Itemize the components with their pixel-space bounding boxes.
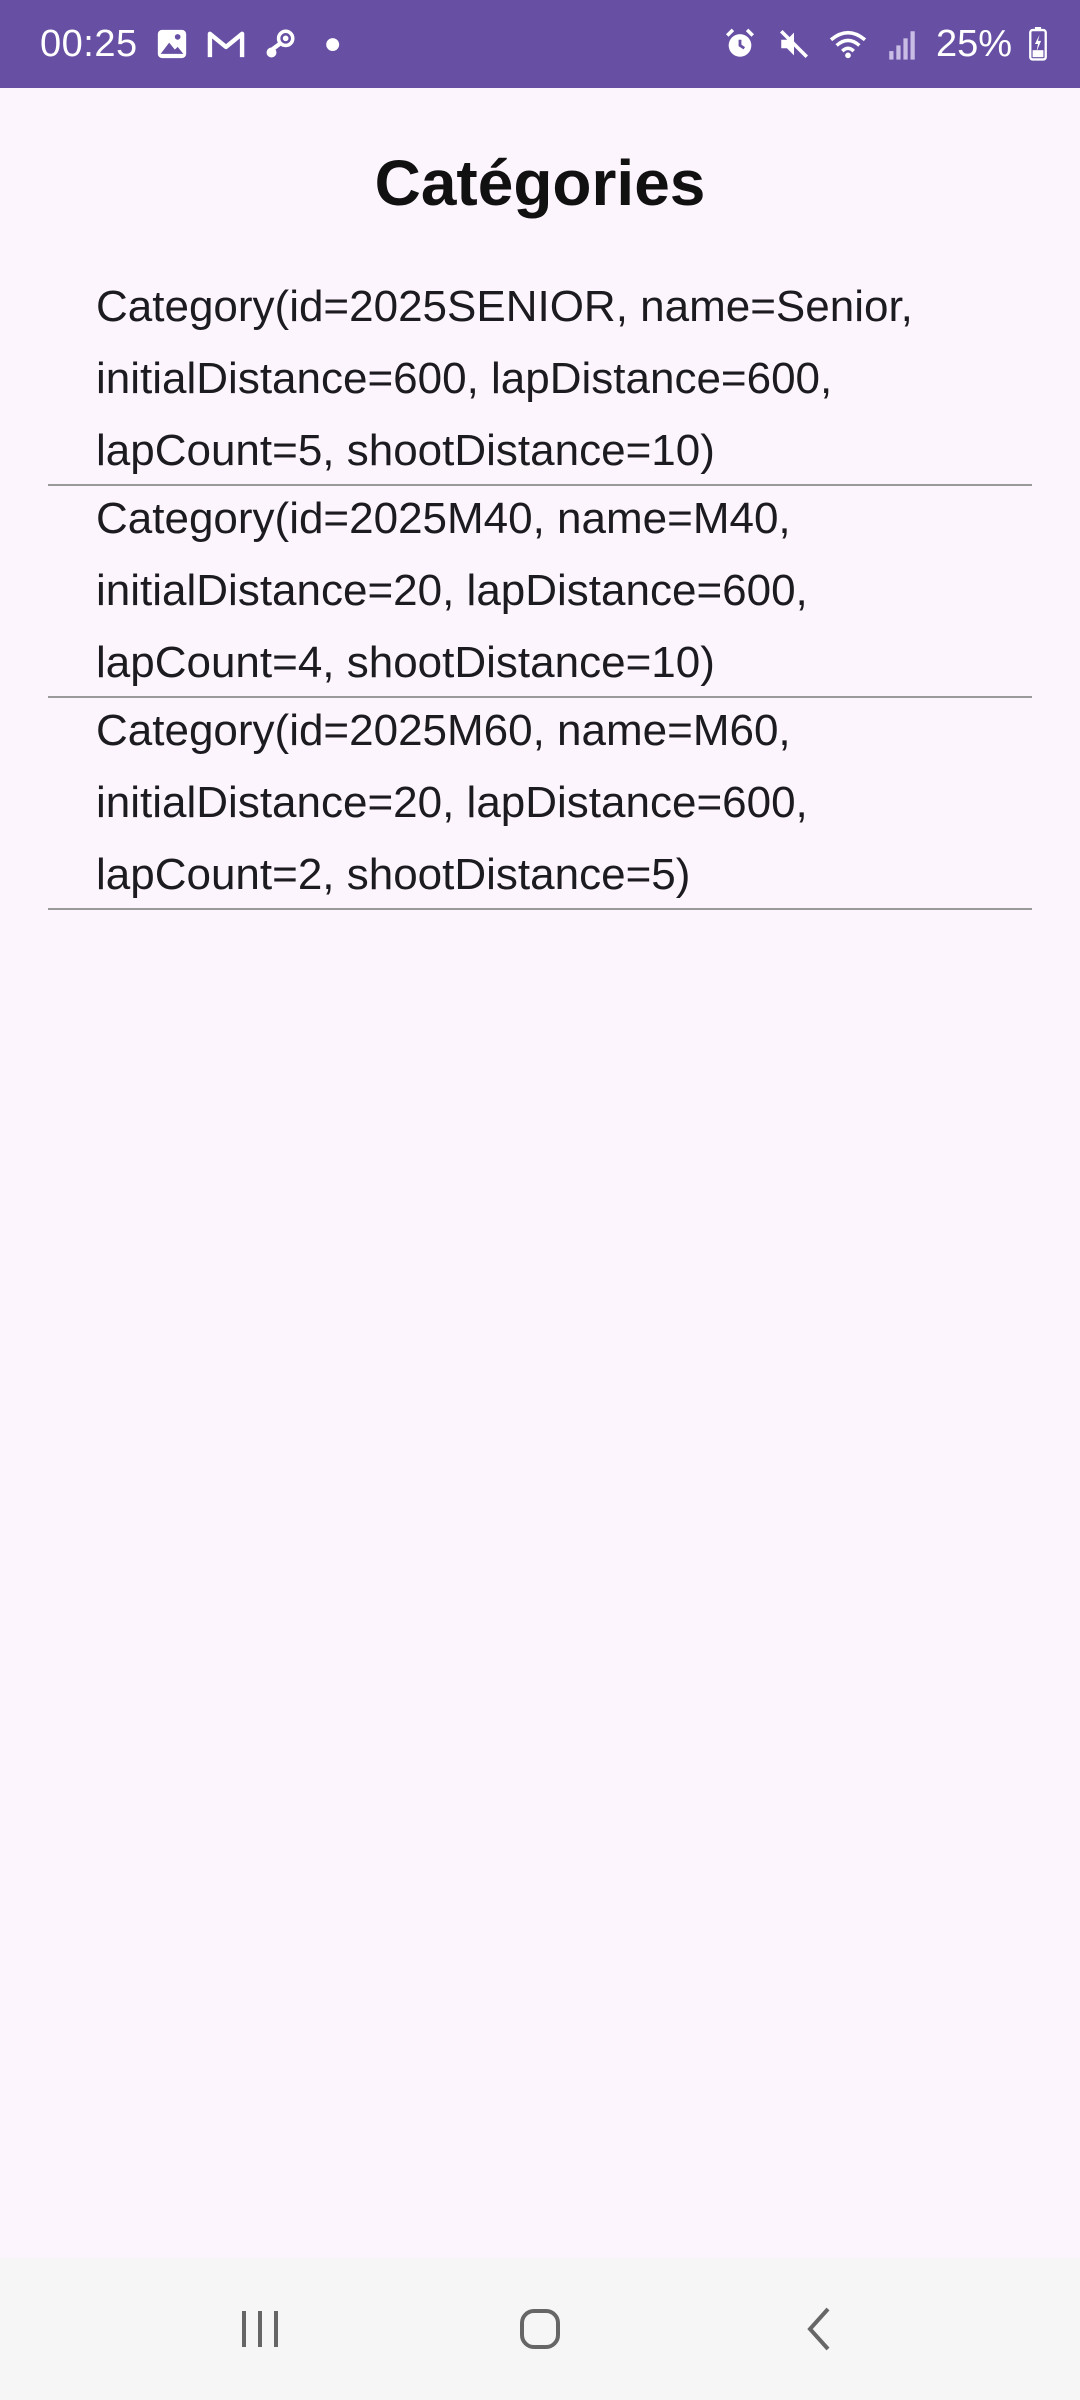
category-text: Category(id=2025M40, name=M40, initialDi…: [96, 494, 808, 687]
status-right: 25%: [720, 23, 1050, 66]
list-item[interactable]: Category(id=2025SENIOR, name=Senior, ini…: [48, 274, 1032, 486]
page-title: Catégories: [374, 147, 706, 219]
recents-button[interactable]: [200, 2279, 320, 2379]
categories-page: Catégories Category(id=2025SENIOR, name=…: [0, 88, 1080, 2258]
category-text: Category(id=2025M60, name=M60, initialDi…: [96, 706, 808, 899]
category-text: Category(id=2025SENIOR, name=Senior, ini…: [96, 282, 913, 475]
wifi-icon: [828, 24, 868, 64]
category-list: Category(id=2025SENIOR, name=Senior, ini…: [48, 274, 1032, 910]
navigation-bar: [0, 2258, 1080, 2400]
notification-dot: ●: [323, 27, 342, 60]
mute-icon: [774, 24, 814, 64]
home-icon: [520, 2309, 560, 2349]
home-button[interactable]: [480, 2279, 600, 2379]
signal-icon: [882, 24, 922, 64]
recents-icon: [242, 2311, 278, 2347]
back-icon: [807, 2307, 830, 2351]
back-button[interactable]: [760, 2279, 880, 2379]
list-item[interactable]: Category(id=2025M40, name=M40, initialDi…: [48, 486, 1032, 698]
alarm-icon: [720, 24, 760, 64]
status-left: 00:25 ●: [40, 23, 342, 66]
status-bar: 00:25 ● 25%: [0, 0, 1080, 88]
gmail-icon: [206, 24, 246, 64]
status-time: 00:25: [40, 22, 138, 65]
gallery-icon: [152, 24, 192, 64]
battery-level: 25%: [935, 22, 1012, 65]
list-item[interactable]: Category(id=2025M60, name=M60, initialDi…: [48, 698, 1032, 910]
battery-icon: [1026, 24, 1050, 64]
steam-icon: [260, 24, 300, 64]
